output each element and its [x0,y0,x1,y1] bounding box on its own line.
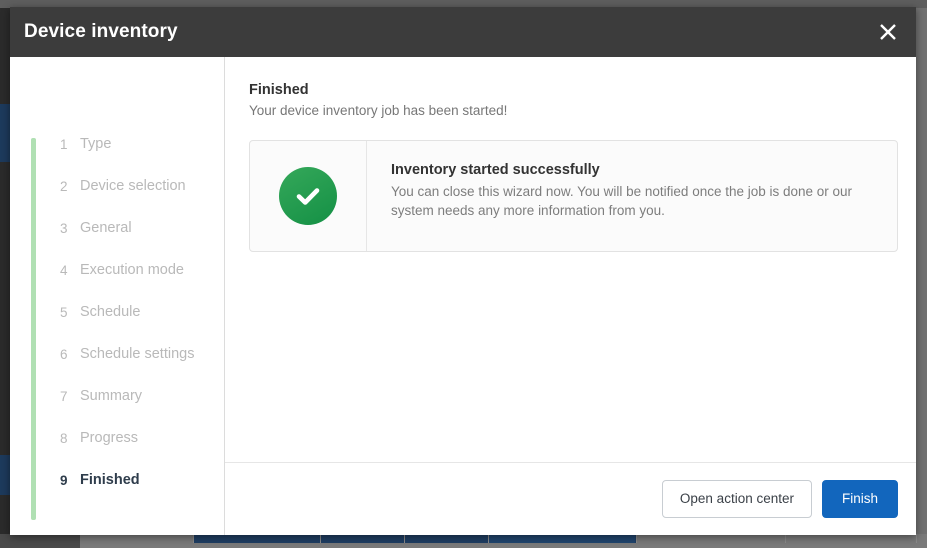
close-icon[interactable] [860,7,916,57]
step-label: Execution mode [80,262,184,278]
backdrop-bottom-tick [916,534,917,543]
dialog-body: 1 Type 2 Device selection 3 General 4 Ex… [10,57,916,535]
step-number: 8 [60,430,68,446]
step-number: 7 [60,388,68,404]
step-label: Device selection [80,178,186,194]
step-label: Summary [80,388,143,404]
backdrop-bottom-tick [404,534,405,543]
backdrop-bottom-tick [193,534,194,543]
backdrop-bottom-blue-bar-2 [489,534,635,543]
card-text-pane: Inventory started successfully You can c… [367,141,897,251]
backdrop-highlight-lower [0,455,10,495]
backdrop-bottom-left-block [0,534,80,548]
finish-button[interactable]: Finish [821,480,898,518]
wizard-content: Finished Your device inventory job has b… [225,57,916,462]
dialog-header: Device inventory [10,7,916,57]
step-label: Type [80,136,112,152]
sidebar-step-summary[interactable]: 7 Summary [10,375,224,417]
step-label: Schedule settings [80,346,195,362]
open-action-center-button[interactable]: Open action center [661,480,812,518]
success-check-icon [279,166,337,225]
section-subtitle: Your device inventory job has been start… [249,103,508,119]
sidebar-step-finished[interactable]: 9 Finished [10,459,224,501]
section-title: Finished [249,82,309,98]
step-number: 3 [60,220,68,236]
card-icon-pane [250,140,367,251]
wizard-step-sidebar: 1 Type 2 Device selection 3 General 4 Ex… [10,57,225,535]
sidebar-step-general[interactable]: 3 General [10,207,224,249]
step-label: Progress [80,430,139,446]
step-number: 9 [60,472,68,488]
step-number: 2 [60,178,68,194]
backdrop-bottom-tick [320,534,321,543]
sidebar-step-device-selection[interactable]: 2 Device selection [10,165,224,207]
step-number: 6 [60,346,68,362]
sidebar-step-schedule[interactable]: 5 Schedule [10,291,224,333]
wizard-main-panel: Finished Your device inventory job has b… [225,57,916,535]
sidebar-step-type[interactable]: 1 Type [10,123,224,165]
backdrop-highlight-upper [0,104,10,162]
card-description: You can close this wizard now. You will … [391,183,853,219]
backdrop-bottom-tick [488,534,489,543]
backdrop-bottom-tick [785,534,786,543]
sidebar-step-progress[interactable]: 8 Progress [10,417,224,459]
device-inventory-wizard-dialog: Device inventory 1 Type 2 Device selecti… [10,7,916,535]
step-number: 4 [60,262,68,278]
step-number: 1 [60,136,68,152]
backdrop-bottom-tick [636,534,637,543]
step-label: Finished [80,472,140,488]
card-title: Inventory started successfully [391,161,600,178]
step-number: 5 [60,304,68,320]
step-label: General [80,220,132,236]
sidebar-step-execution-mode[interactable]: 4 Execution mode [10,249,224,291]
wizard-step-list: 1 Type 2 Device selection 3 General 4 Ex… [10,123,224,501]
sidebar-step-schedule-settings[interactable]: 6 Schedule settings [10,333,224,375]
page-title: Device inventory [24,21,178,42]
step-label: Schedule [80,304,141,320]
inventory-result-card: Inventory started successfully You can c… [249,139,898,252]
dialog-footer: Open action center Finish [225,462,916,535]
